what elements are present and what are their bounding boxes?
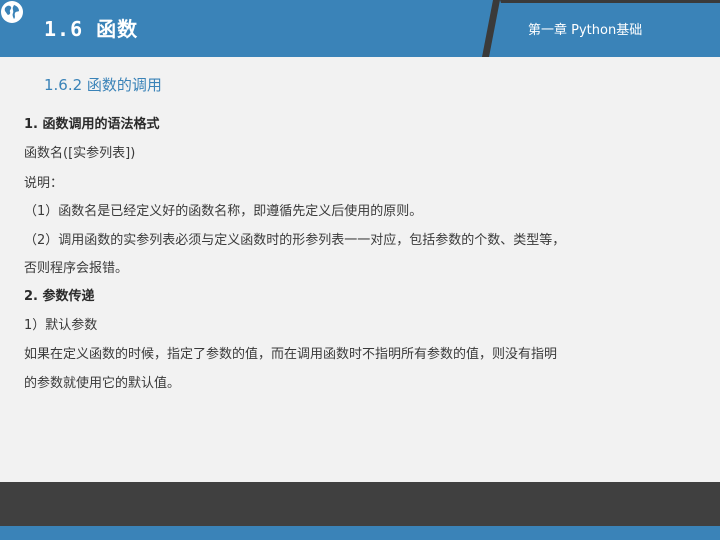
syntax-line: 函数名([实参列表]) <box>24 146 136 161</box>
note-item-2: （2）调用函数的实参列表必须与定义函数时的形参列表一一对应，包括参数的个数、类型… <box>24 233 566 248</box>
footer-bar <box>0 482 720 526</box>
subheading-syntax: 1. 函数调用的语法格式 <box>24 117 160 132</box>
note-label: 说明： <box>24 176 64 191</box>
slide-header: 1.6 函数 第一章 Python基础 <box>0 0 720 57</box>
footer-accent-bar <box>0 526 720 540</box>
default-param-heading: 1）默认参数 <box>24 318 98 333</box>
default-param-text-continued: 的参数就使用它的默认值。 <box>24 376 181 391</box>
subheading-param-passing: 2. 参数传递 <box>24 289 95 304</box>
chapter-title: 第一章 Python基础 <box>528 23 643 38</box>
globe-icon <box>1 1 23 23</box>
slide-title: 1.6 函数 <box>44 17 139 41</box>
note-item-2-continued: 否则程序会报错。 <box>24 261 129 276</box>
default-param-text: 如果在定义函数的时候，指定了参数的值，而在调用函数时不指明所有参数的值，则没有指… <box>24 347 558 362</box>
note-item-1: （1）函数名是已经定义好的函数名称，即遵循先定义后使用的原则。 <box>24 204 423 219</box>
section-heading: 1.6.2 函数的调用 <box>44 76 162 94</box>
